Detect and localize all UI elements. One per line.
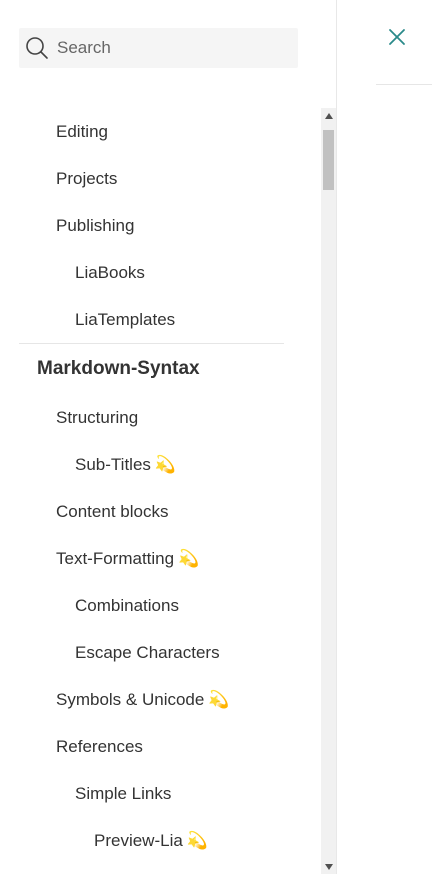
sparkle-icon: 💫 <box>154 455 177 474</box>
sparkle-icon: 💫 <box>178 549 200 568</box>
nav-item-label: Sub-Titles <box>75 455 151 474</box>
nav-item-simple-links[interactable]: Simple Links <box>75 784 171 804</box>
nav-item-label: Text-Formatting <box>56 549 175 568</box>
scrollbar[interactable] <box>321 108 336 874</box>
nav-item-projects[interactable]: Projects <box>56 169 117 189</box>
nav-item-label: Symbols & Unicode <box>56 690 205 709</box>
close-button[interactable] <box>386 26 408 48</box>
scroll-down-arrow-icon[interactable] <box>321 859 336 874</box>
sparkle-icon: 💫 <box>208 690 230 709</box>
scrollbar-thumb[interactable] <box>323 130 334 190</box>
sidebar: Editing Projects Publishing LiaBooks Lia… <box>0 0 337 874</box>
search-icon[interactable] <box>25 36 49 60</box>
search-input[interactable] <box>57 38 277 58</box>
scroll-up-arrow-icon[interactable] <box>321 108 336 123</box>
nav-item-combinations[interactable]: Combinations <box>75 596 179 616</box>
nav-item-editing[interactable]: Editing <box>56 122 108 142</box>
close-icon <box>389 29 405 45</box>
nav-item-references[interactable]: References <box>56 737 143 757</box>
navigation-list: Editing Projects Publishing LiaBooks Lia… <box>0 108 321 874</box>
nav-item-escape-characters[interactable]: Escape Characters <box>75 643 220 663</box>
nav-item-preview-lia[interactable]: Preview-Lia 💫 <box>94 831 208 851</box>
nav-item-label: Preview-Lia <box>94 831 183 850</box>
nav-item-sub-titles[interactable]: Sub-Titles 💫 <box>75 455 176 475</box>
header-divider <box>376 84 432 85</box>
nav-item-text-formatting[interactable]: Text-Formatting 💫 <box>56 549 199 569</box>
nav-item-liabooks[interactable]: LiaBooks <box>75 263 145 283</box>
section-divider <box>19 343 284 344</box>
sparkle-icon: 💫 <box>186 831 208 850</box>
nav-item-publishing[interactable]: Publishing <box>56 216 134 236</box>
search-box[interactable] <box>19 28 298 68</box>
nav-item-content-blocks[interactable]: Content blocks <box>56 502 168 522</box>
nav-item-structuring[interactable]: Structuring <box>56 408 138 428</box>
nav-section-markdown-syntax[interactable]: Markdown-Syntax <box>37 358 200 380</box>
nav-item-liatemplates[interactable]: LiaTemplates <box>75 310 175 330</box>
nav-item-symbols-unicode[interactable]: Symbols & Unicode 💫 <box>56 690 230 710</box>
